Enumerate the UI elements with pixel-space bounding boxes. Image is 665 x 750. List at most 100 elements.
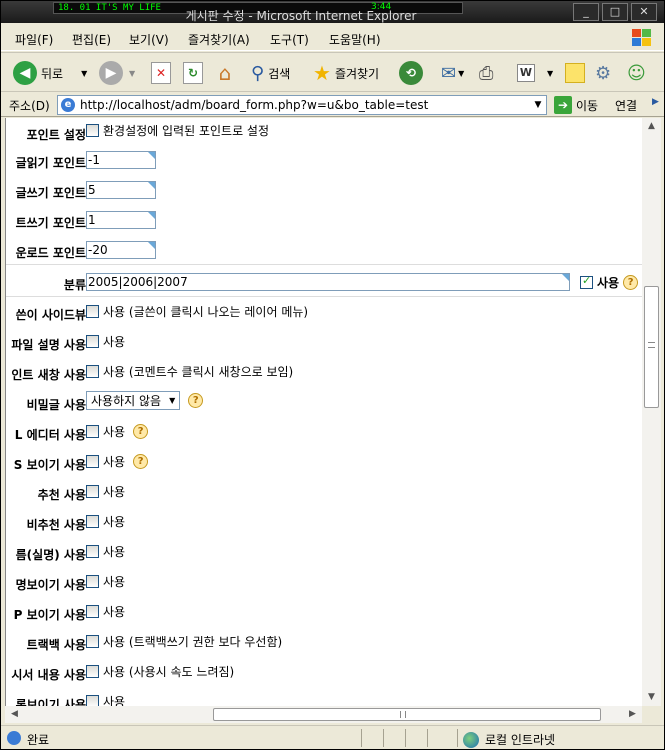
- divider: [427, 729, 428, 747]
- listview-checkbox[interactable]: [86, 665, 99, 678]
- divider: [6, 296, 642, 297]
- category-use-checkbox[interactable]: [580, 274, 593, 289]
- links-label[interactable]: 연결: [615, 97, 637, 114]
- ss-checkbox[interactable]: [86, 455, 99, 468]
- research-button[interactable]: ⚙: [595, 59, 611, 87]
- vertical-scroll-thumb[interactable]: [644, 286, 659, 408]
- read-point-input[interactable]: -1: [86, 151, 156, 169]
- trackback-checkbox[interactable]: [86, 635, 99, 648]
- page-icon: e: [61, 98, 75, 112]
- vertical-scrollbar[interactable]: ▲ ▼: [642, 118, 661, 706]
- help-icon[interactable]: ?: [133, 424, 149, 439]
- divider: [383, 729, 384, 747]
- write-point-input[interactable]: 5: [86, 181, 156, 199]
- forward-button[interactable]: ▶ ▼: [99, 59, 135, 87]
- listshow-text: 사용: [103, 695, 126, 706]
- nogood-checkbox[interactable]: [86, 515, 99, 528]
- good-checkbox[interactable]: [86, 485, 99, 498]
- home-button[interactable]: ⌂: [213, 59, 237, 87]
- category-input[interactable]: 2005|2006|2007: [86, 273, 570, 291]
- menu-help[interactable]: 도움말(H): [329, 31, 381, 48]
- comment-newwin-checkbox[interactable]: [86, 365, 99, 378]
- back-arrow-icon: ◀: [13, 61, 37, 85]
- stop-button[interactable]: ✕: [151, 59, 171, 87]
- realname-checkbox[interactable]: [86, 545, 99, 558]
- edit-button[interactable]: W ▼: [517, 59, 553, 87]
- signview-label: 명보이기 사용: [15, 578, 86, 592]
- favorites-button[interactable]: ★ 즐겨찾기: [313, 59, 379, 87]
- links-chevron-icon[interactable]: ▶: [652, 97, 659, 107]
- row-listshow: 록보이기 사용 사용: [6, 688, 642, 706]
- signview-checkbox[interactable]: [86, 575, 99, 588]
- search-label: 검색: [268, 66, 291, 81]
- divider: [457, 729, 458, 747]
- mail-button[interactable]: ✉ ▼: [441, 59, 464, 87]
- ss-label: S 보이기 사용: [13, 458, 86, 472]
- scroll-right-icon[interactable]: ▶: [623, 706, 642, 723]
- editor-text: 사용: [103, 425, 126, 439]
- row-trackback: 트랙백 사용 사용 (트랙백쓰기 권한 보다 우선함): [6, 628, 642, 658]
- address-dropdown-icon[interactable]: ▼: [530, 96, 546, 114]
- menu-edit[interactable]: 편집(E): [72, 31, 111, 48]
- menu-favorites[interactable]: 즐겨찾기(A): [188, 31, 250, 48]
- messenger-button[interactable]: ☺: [627, 59, 646, 87]
- help-icon[interactable]: ?: [623, 274, 639, 290]
- realname-label: 름(실명) 사용: [15, 548, 86, 562]
- row-filedesc: 파일 설명 사용 사용: [6, 328, 642, 358]
- print-button[interactable]: ⎙: [479, 59, 493, 87]
- point-setting-checkbox[interactable]: [86, 124, 99, 137]
- trackback-text: 사용 (트랙백쓰기 권한 보다 우선함): [103, 635, 283, 649]
- minimize-button[interactable]: _: [573, 3, 599, 21]
- close-button[interactable]: ✕: [631, 3, 657, 21]
- history-button[interactable]: ⟲: [399, 59, 423, 87]
- chevron-down-icon: ▼: [169, 396, 176, 405]
- secret-select[interactable]: 사용하지 않음 ▼: [86, 391, 181, 410]
- scroll-up-icon[interactable]: ▲: [642, 118, 661, 135]
- row-read-point: 글읽기 포인트 -1: [6, 146, 642, 176]
- favorites-label: 즐겨찾기: [334, 66, 380, 81]
- divider: [6, 264, 642, 265]
- back-dropdown-icon[interactable]: ▼: [81, 69, 87, 78]
- research-icon: ⚙: [595, 62, 612, 84]
- secret-label: 비밀글 사용: [26, 398, 86, 412]
- download-point-input[interactable]: -20: [86, 241, 156, 259]
- row-comment-newwin: 인트 새창 사용 사용 (코멘트수 클릭시 새창으로 보임): [6, 358, 642, 388]
- filedesc-checkbox[interactable]: [86, 335, 99, 348]
- forward-dropdown-icon[interactable]: ▼: [129, 69, 135, 78]
- filedesc-text: 사용: [103, 335, 126, 349]
- back-button[interactable]: ◀ 뒤로 ▼: [13, 59, 87, 87]
- help-icon[interactable]: ?: [188, 393, 204, 408]
- maximize-button[interactable]: □: [602, 3, 628, 21]
- search-button[interactable]: ⚲ 검색: [251, 59, 290, 87]
- menu-file[interactable]: 파일(F): [15, 31, 53, 48]
- horizontal-scrollbar[interactable]: ◀ ▶: [5, 706, 642, 723]
- editor-checkbox[interactable]: [86, 425, 99, 438]
- refresh-button[interactable]: ↻: [183, 59, 203, 87]
- stop-icon: ✕: [151, 62, 171, 84]
- scroll-down-icon[interactable]: ▼: [642, 689, 661, 706]
- sideview-label: 쓴이 사이드뷰: [15, 308, 86, 322]
- good-text: 사용: [103, 485, 126, 499]
- comment-point-input[interactable]: 1: [86, 211, 156, 229]
- scroll-left-icon[interactable]: ◀: [5, 706, 24, 723]
- download-point-label: 운로드 포인트: [15, 246, 86, 260]
- go-button[interactable]: ➔ 이동: [554, 96, 598, 114]
- row-listview: 시서 내용 사용 사용 (사용시 속도 느려짐): [6, 658, 642, 688]
- category-use-text: 사용: [597, 275, 620, 290]
- listshow-checkbox[interactable]: [86, 695, 99, 706]
- ipview-checkbox[interactable]: [86, 605, 99, 618]
- title-bar[interactable]: 18. 01 IT'S MY LIFE 3:44 게시판 수정 - Micros…: [1, 1, 664, 23]
- security-zone[interactable]: 로컬 인트라넷: [463, 731, 555, 748]
- sideview-checkbox[interactable]: [86, 305, 99, 318]
- address-url[interactable]: http://localhost/adm/board_form.php?w=u&…: [80, 98, 428, 112]
- address-input[interactable]: e http://localhost/adm/board_form.php?w=…: [57, 95, 547, 115]
- menu-view[interactable]: 보기(V): [129, 31, 169, 48]
- menu-tools[interactable]: 도구(T): [270, 31, 309, 48]
- ipview-label: P 보이기 사용: [13, 608, 86, 622]
- row-editor: L 에디터 사용 사용?: [6, 418, 642, 448]
- discuss-button[interactable]: [565, 59, 585, 87]
- row-point-setting: 포인트 설정 환경설정에 입력된 포인트로 설정: [6, 118, 642, 148]
- horizontal-scroll-thumb[interactable]: [213, 708, 601, 721]
- help-icon[interactable]: ?: [133, 454, 149, 469]
- row-realname: 름(실명) 사용 사용: [6, 538, 642, 568]
